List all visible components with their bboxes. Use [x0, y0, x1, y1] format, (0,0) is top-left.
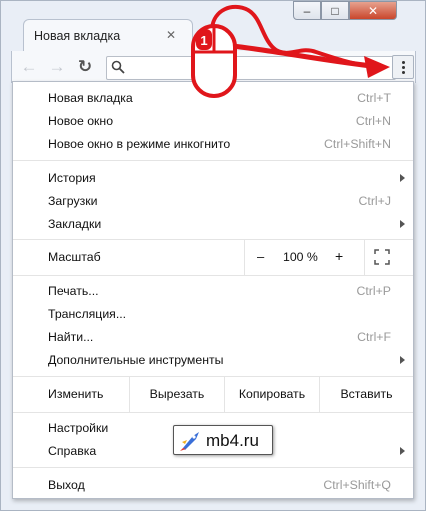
rocket-icon — [180, 432, 199, 451]
menu-item-more-tools[interactable]: Дополнительные инструменты — [13, 349, 413, 371]
menu-item-history[interactable]: История — [13, 167, 413, 189]
submenu-arrow-icon — [400, 447, 405, 455]
menu-item-downloads[interactable]: Загрузки Ctrl+J — [13, 190, 413, 212]
zoom-in-button[interactable]: + — [335, 248, 343, 264]
copy-button[interactable]: Копировать — [224, 376, 319, 412]
submenu-arrow-icon — [400, 174, 405, 182]
menu-item-print[interactable]: Печать... Ctrl+P — [13, 280, 413, 302]
menu-item-bookmarks[interactable]: Закладки — [13, 213, 413, 235]
browser-window: – □ ✕ Новая вкладка ✕ ← → ↻ ☆ Новая вкла… — [0, 0, 426, 511]
zoom-out-button[interactable]: – — [257, 249, 264, 264]
edit-row: Изменить Вырезать Копировать Вставить — [13, 376, 413, 412]
bookmark-star-icon[interactable]: ☆ — [365, 59, 378, 77]
paste-button[interactable]: Вставить — [319, 376, 413, 412]
cut-button[interactable]: Вырезать — [129, 376, 224, 412]
tab-close-icon[interactable]: ✕ — [166, 28, 176, 42]
submenu-arrow-icon — [400, 220, 405, 228]
menu-item-new-window[interactable]: Новое окно Ctrl+N — [13, 110, 413, 132]
menu-item-exit[interactable]: Выход Ctrl+Shift+Q — [13, 474, 413, 496]
address-bar[interactable]: ☆ — [106, 56, 396, 80]
menu-separator — [13, 275, 413, 276]
menu-item-incognito[interactable]: Новое окно в режиме инкогнито Ctrl+Shift… — [13, 133, 413, 155]
close-window-button[interactable]: ✕ — [349, 1, 397, 20]
submenu-arrow-icon — [400, 356, 405, 364]
tab-title: Новая вкладка — [34, 29, 121, 43]
reload-icon[interactable]: ↻ — [74, 56, 96, 78]
chrome-menu-button[interactable] — [392, 55, 414, 79]
menu-separator — [13, 412, 413, 413]
search-icon — [111, 60, 125, 74]
menu-item-find[interactable]: Найти... Ctrl+F — [13, 326, 413, 348]
edit-label: Изменить — [48, 387, 104, 401]
fullscreen-icon[interactable] — [374, 249, 390, 265]
zoom-value: 100 % — [283, 250, 318, 264]
watermark-badge: mb4.ru — [173, 425, 273, 455]
zoom-label: Масштаб — [48, 250, 101, 264]
zoom-row: Масштаб – 100 % + — [13, 239, 413, 275]
watermark-text: mb4.ru — [206, 431, 259, 450]
menu-item-cast[interactable]: Трансляция... — [13, 303, 413, 325]
maximize-button[interactable]: □ — [321, 1, 349, 20]
menu-separator — [13, 467, 413, 468]
forward-arrow-icon[interactable]: → — [46, 56, 68, 78]
minimize-button[interactable]: – — [293, 1, 321, 20]
browser-toolbar: ← → ↻ ☆ — [11, 51, 416, 83]
menu-item-new-tab[interactable]: Новая вкладка Ctrl+T — [13, 87, 413, 109]
back-arrow-icon[interactable]: ← — [18, 56, 40, 78]
menu-separator — [13, 160, 413, 161]
address-input[interactable] — [129, 60, 373, 78]
